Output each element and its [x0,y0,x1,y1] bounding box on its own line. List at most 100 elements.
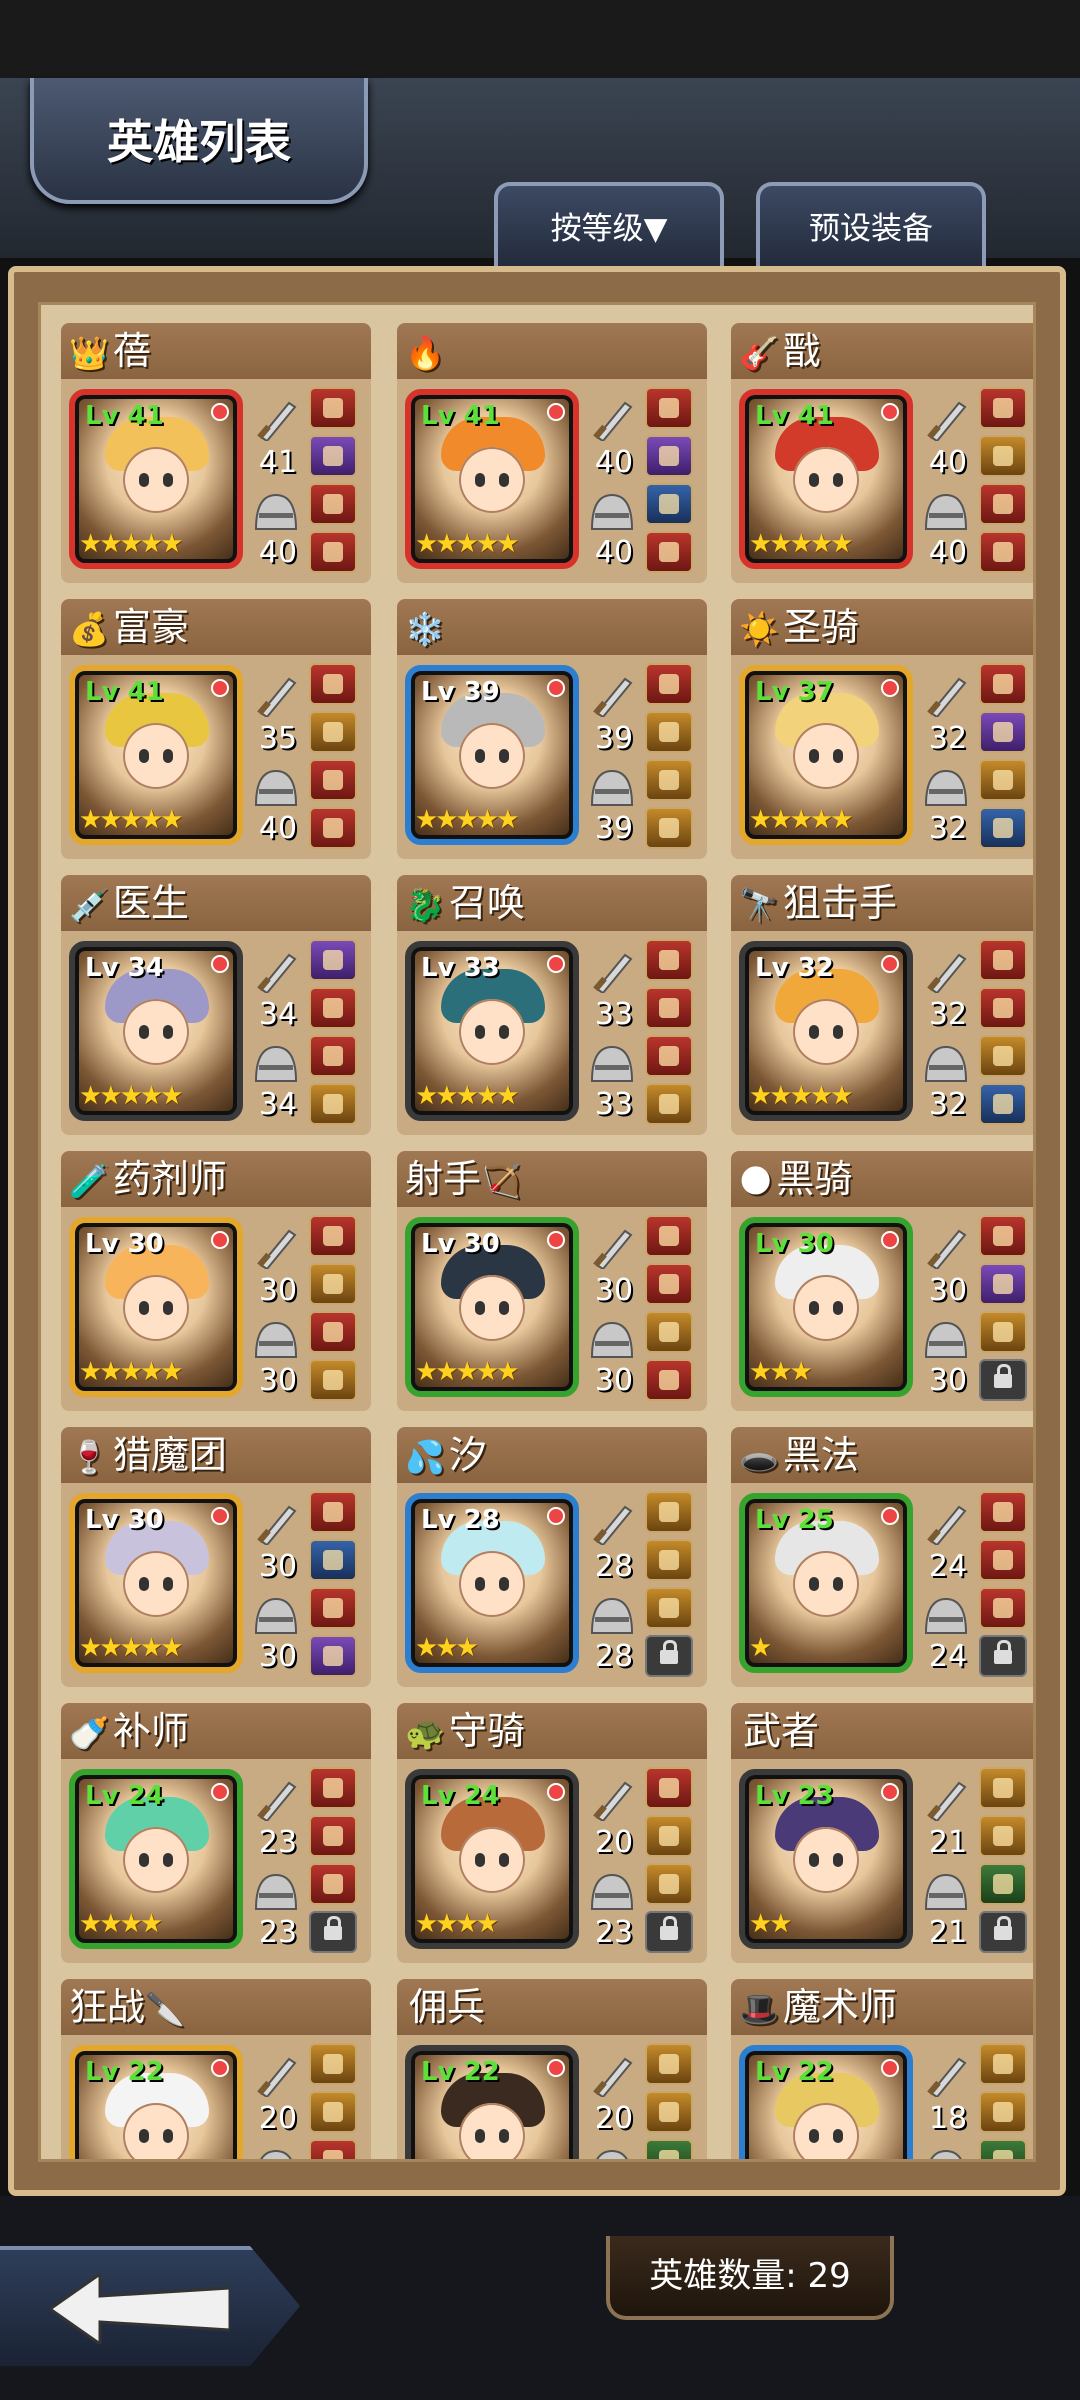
hero-portrait[interactable]: Lv 24 ★★★★ [405,1769,579,1949]
hero-card[interactable]: 🐢 守骑 Lv 24 ★★★★ 20 23 [397,1703,707,1963]
equipment-slot[interactable] [979,435,1027,477]
equipment-slot[interactable] [979,1767,1027,1809]
equipment-slot[interactable] [979,711,1027,753]
equipment-slot[interactable] [645,2139,693,2159]
equipment-slot[interactable] [645,1359,693,1401]
equipment-slot[interactable] [309,1083,357,1125]
equipment-slot[interactable] [645,1263,693,1305]
equipment-slot[interactable] [645,1863,693,1905]
hero-portrait[interactable]: Lv 41 ★★★★★ [405,389,579,569]
tab-preset-equipment[interactable]: 预设装备 [756,182,986,268]
hero-card[interactable]: 💦 汐 Lv 28 ★★★ 28 28 [397,1427,707,1687]
hero-portrait[interactable]: Lv 39 ★★★★★ [405,665,579,845]
equipment-slot[interactable] [309,939,357,981]
equipment-slot[interactable] [645,435,693,477]
equipment-slot[interactable] [309,1263,357,1305]
equipment-slot[interactable] [309,1311,357,1353]
hero-card[interactable]: 射手🏹 Lv 30 ★★★★★ 30 30 [397,1151,707,1411]
equipment-slot[interactable] [645,1491,693,1533]
equipment-slot[interactable] [309,711,357,753]
equipment-slot[interactable] [309,2139,357,2159]
equipment-slot[interactable] [309,1215,357,1257]
hero-portrait[interactable]: Lv 25 ★ [739,1493,913,1673]
equipment-slot[interactable] [309,1635,357,1677]
hero-portrait[interactable]: Lv 28 ★★★ [405,1493,579,1673]
hero-card[interactable]: 狂战🔪 Lv 22 20 [61,1979,371,2159]
equipment-slot[interactable] [979,1263,1027,1305]
equipment-slot[interactable] [309,1035,357,1077]
equipment-slot[interactable] [645,1311,693,1353]
tab-sort-by-level[interactable]: 按等级▼ [494,182,724,268]
hero-portrait[interactable]: Lv 41 ★★★★★ [69,665,243,845]
hero-portrait[interactable]: Lv 22 [739,2045,913,2159]
hero-portrait[interactable]: Lv 23 ★★ [739,1769,913,1949]
hero-card[interactable]: 🌑 黑骑 Lv 30 ★★★ 30 30 [731,1151,1033,1411]
equipment-slot[interactable] [645,759,693,801]
equipment-slot[interactable] [645,663,693,705]
equipment-slot[interactable] [309,2091,357,2133]
equipment-slot[interactable] [979,1359,1027,1401]
hero-portrait[interactable]: Lv 34 ★★★★★ [69,941,243,1121]
hero-card[interactable]: 🎸 戬 Lv 41 ★★★★★ 40 40 [731,323,1033,583]
equipment-slot[interactable] [979,939,1027,981]
equipment-slot[interactable] [645,2091,693,2133]
hero-portrait[interactable]: Lv 41 ★★★★★ [69,389,243,569]
equipment-slot[interactable] [309,2043,357,2085]
hero-portrait[interactable]: Lv 30 ★★★★★ [69,1217,243,1397]
hero-card[interactable]: 🎩 魔术师 Lv 22 18 [731,1979,1033,2159]
equipment-slot[interactable] [645,939,693,981]
equipment-slot[interactable] [979,1911,1027,1953]
hero-portrait[interactable]: Lv 41 ★★★★★ [739,389,913,569]
hero-card[interactable]: 🧪 药剂师 Lv 30 ★★★★★ 30 30 [61,1151,371,1411]
equipment-slot[interactable] [979,1815,1027,1857]
equipment-slot[interactable] [979,1035,1027,1077]
equipment-slot[interactable] [309,1587,357,1629]
equipment-slot[interactable] [979,1215,1027,1257]
equipment-slot[interactable] [309,759,357,801]
hero-card[interactable]: 👑 蓓 Lv 41 ★★★★★ 41 40 [61,323,371,583]
equipment-slot[interactable] [309,807,357,849]
equipment-slot[interactable] [979,2043,1027,2085]
equipment-slot[interactable] [645,1767,693,1809]
equipment-slot[interactable] [979,1635,1027,1677]
hero-card[interactable]: ☀️ 圣骑 Lv 37 ★★★★★ 32 32 [731,599,1033,859]
equipment-slot[interactable] [645,807,693,849]
hero-portrait[interactable]: Lv 30 ★★★★★ [69,1493,243,1673]
equipment-slot[interactable] [645,1035,693,1077]
equipment-slot[interactable] [979,1863,1027,1905]
equipment-slot[interactable] [979,1311,1027,1353]
hero-portrait[interactable]: Lv 24 ★★★★ [69,1769,243,1949]
hero-portrait[interactable]: Lv 22 [69,2045,243,2159]
equipment-slot[interactable] [309,435,357,477]
equipment-slot[interactable] [309,387,357,429]
equipment-slot[interactable] [645,1911,693,1953]
equipment-slot[interactable] [309,1539,357,1581]
equipment-slot[interactable] [979,1587,1027,1629]
equipment-slot[interactable] [979,531,1027,573]
hero-card[interactable]: 💉 医生 Lv 34 ★★★★★ 34 34 [61,875,371,1135]
equipment-slot[interactable] [309,483,357,525]
hero-card[interactable]: 武者 Lv 23 ★★ 21 21 [731,1703,1033,1963]
equipment-slot[interactable] [979,1539,1027,1581]
equipment-slot[interactable] [309,1863,357,1905]
equipment-slot[interactable] [979,483,1027,525]
equipment-slot[interactable] [645,1815,693,1857]
equipment-slot[interactable] [979,663,1027,705]
equipment-slot[interactable] [645,1083,693,1125]
equipment-slot[interactable] [645,1587,693,1629]
hero-portrait[interactable]: Lv 33 ★★★★★ [405,941,579,1121]
hero-card[interactable]: 🔭 狙击手 Lv 32 ★★★★★ 32 32 [731,875,1033,1135]
equipment-slot[interactable] [979,759,1027,801]
equipment-slot[interactable] [979,2091,1027,2133]
equipment-slot[interactable] [645,1215,693,1257]
equipment-slot[interactable] [309,1911,357,1953]
equipment-slot[interactable] [979,1083,1027,1125]
hero-card[interactable]: 佣兵 Lv 22 20 [397,1979,707,2159]
equipment-slot[interactable] [309,987,357,1029]
equipment-slot[interactable] [309,531,357,573]
equipment-slot[interactable] [645,483,693,525]
hero-portrait[interactable]: Lv 37 ★★★★★ [739,665,913,845]
hero-card[interactable]: 🍼 补师 Lv 24 ★★★★ 23 23 [61,1703,371,1963]
hero-portrait[interactable]: Lv 32 ★★★★★ [739,941,913,1121]
equipment-slot[interactable] [645,1539,693,1581]
